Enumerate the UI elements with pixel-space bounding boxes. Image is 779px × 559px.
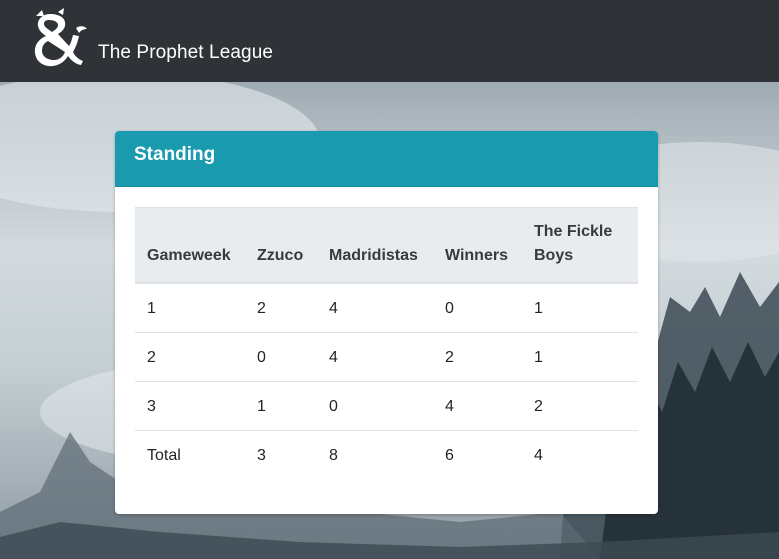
table-cell: 1 [245,381,317,431]
table-cell: 8 [329,447,338,464]
ampersand-dragon-logo-icon[interactable] [28,8,90,72]
table-row-total: Total 3 8 6 4 [135,431,638,480]
table-row: 1 2 4 0 1 [135,283,638,333]
table-cell: 1 [522,332,638,382]
standings-table: Gameweek Zzuco Madridistas Winners The F… [135,207,638,479]
card-title: Standing [115,131,658,187]
table-cell: 2 [433,332,522,382]
brand-name[interactable]: The Prophet League [98,42,273,64]
table-cell: 4 [317,283,433,333]
table-cell: 2 [245,283,317,333]
table-cell: 2 [135,332,245,382]
table-cell: 3 [257,447,266,464]
table-cell: 4 [534,447,543,464]
table-row: 2 0 4 2 1 [135,332,638,382]
column-header-winners: Winners [433,207,522,284]
column-header-the-fickle-boys: The Fickle Boys [522,207,638,284]
table-cell: 0 [245,332,317,382]
table-cell: 2 [522,381,638,431]
table-cell: 6 [445,447,454,464]
table-header-row: Gameweek Zzuco Madridistas Winners The F… [135,207,638,284]
table-cell: Total [147,447,181,464]
table-cell: 0 [317,381,433,431]
column-header-zzuco: Zzuco [245,207,317,284]
card-body: Gameweek Zzuco Madridistas Winners The F… [115,187,658,479]
table-row: 3 1 0 4 2 [135,381,638,431]
standing-card: Standing Gameweek Zzuco Madridistas Winn… [115,131,658,514]
table-cell: 1 [135,283,245,333]
table-cell: 3 [135,381,245,431]
table-cell: 4 [317,332,433,382]
table-cell: 0 [433,283,522,333]
top-navbar: The Prophet League [0,0,779,82]
table-cell: 4 [433,381,522,431]
table-cell: 1 [522,283,638,333]
column-header-gameweek: Gameweek [135,207,245,284]
column-header-madridistas: Madridistas [317,207,433,284]
